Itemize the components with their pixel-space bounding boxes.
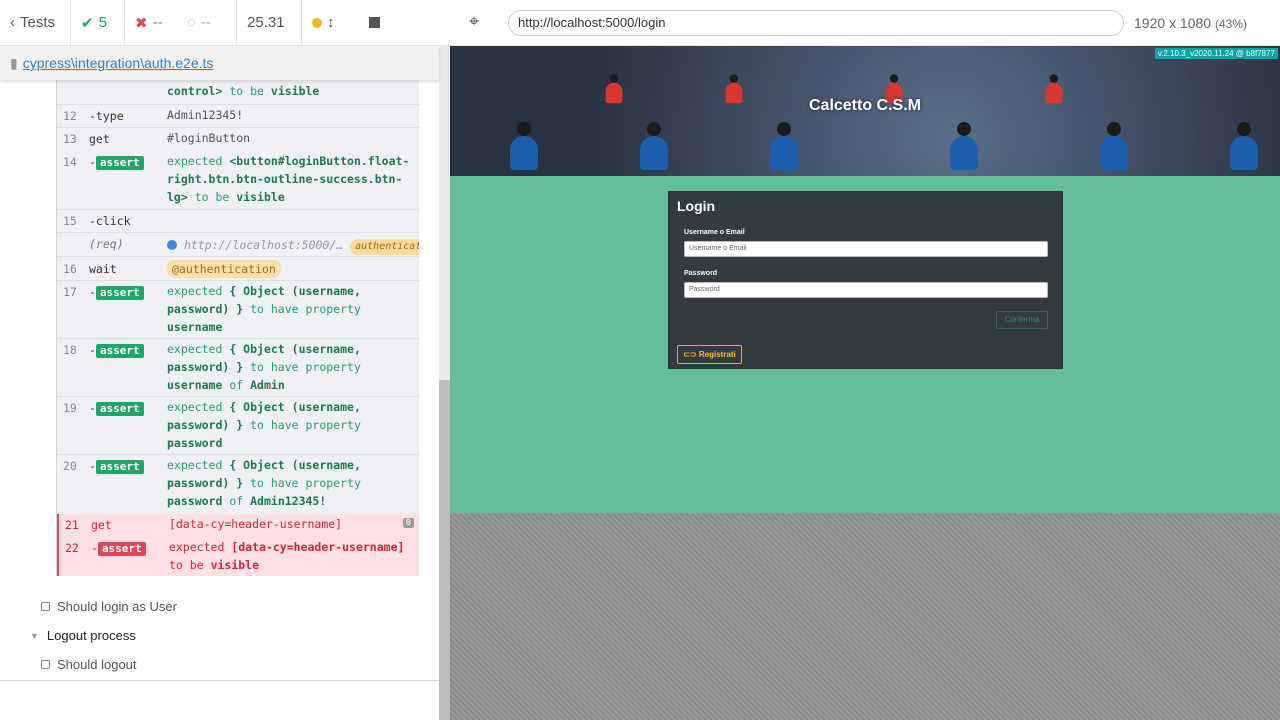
scrollbar-thumb[interactable] [439,380,450,720]
assert-badge: assert [97,542,146,556]
command-row[interactable]: 15 -click [57,209,419,233]
assert-badge: assert [95,402,144,416]
assert-badge: assert [95,286,144,300]
app-viewport: v.2.10.3_v2020.11.24 @ b8f7877 Calcetto … [450,46,1280,513]
viewport-size: 1920 x 1080 (43%) [1134,15,1247,31]
suite-item[interactable]: ▼ Logout process [30,628,136,643]
player-figure [510,122,538,170]
player-figure [950,122,978,170]
command-row[interactable]: 16 wait @authentication [57,256,419,280]
alias-pill: @authentication [167,260,281,278]
command-row[interactable]: control> to be visible [57,80,419,102]
player-figure [1230,122,1258,170]
command-row[interactable]: 18 - assert expected { Object (username, … [57,338,419,396]
status-dot-icon [312,17,322,28]
pending-circle-icon: ◌ [187,14,196,31]
hero-banner: v.2.10.3_v2020.11.24 @ b8f7877 Calcetto … [450,46,1280,176]
player-figure [770,122,798,170]
username-label: Username o Email [684,229,745,236]
register-button[interactable]: ⊂⊃ Registrati [677,345,742,364]
auto-scroll-toggle[interactable]: ↕ [302,0,349,46]
caret-down-icon: ▼ [30,630,39,641]
spec-file-link[interactable]: cypress\integration\auth.e2e.ts [23,55,214,71]
player-figure [1100,122,1128,170]
spec-file-bar: ▮ cypress\integration\auth.e2e.ts [0,46,439,80]
test-checkbox-icon [41,602,50,611]
chevron-left-icon: ‹ [10,14,15,31]
password-label: Password [684,270,718,277]
login-card: Login Username o Email Username o Email … [668,191,1063,369]
password-input[interactable]: Password [684,282,1048,298]
assert-badge: assert [95,344,144,358]
request-dot-icon [167,240,177,250]
reporter-header: ‹ Tests ✔ 5 ✖ -- ◌ -- 25.31 ↕ [0,0,450,46]
card-title: Login [677,198,716,214]
command-row[interactable]: 19 - assert expected { Object (username, … [57,396,419,454]
app-title: Calcetto C.S.M [808,97,921,114]
assert-badge: assert [95,460,144,474]
arrows-vertical-icon: ↕ [327,14,335,31]
back-to-tests-button[interactable]: ‹ Tests [0,0,71,46]
file-icon: ▮ [10,54,18,71]
command-row[interactable]: 20 - assert expected { Object (username, … [57,454,419,514]
stop-icon [368,17,380,28]
reporter-bottom-border [0,680,439,681]
username-input[interactable]: Username o Email [684,241,1048,257]
duration: 25.31 [237,0,302,46]
passed-stat: ✔ 5 [71,0,125,46]
test-item[interactable]: Should logout [41,657,137,672]
version-badge: v.2.10.3_v2020.11.24 @ b8f7877 [1154,48,1278,59]
command-row-failed[interactable]: 21 get [data-cy=header-username] 0 22 -a… [57,514,419,576]
alias-pill: authentication [350,239,419,255]
command-row[interactable]: 14 - assert expected <button#loginButton.… [57,151,419,207]
check-icon: ✔ [81,14,94,32]
request-row[interactable]: (req) http://localhost:5000/… authentica… [57,232,419,256]
test-checkbox-icon [41,660,50,669]
player-figure [640,122,668,170]
command-row[interactable]: 13 get #loginButton [57,127,419,151]
assert-badge: assert [95,156,144,170]
command-log: control> to be visible 12 -type Admin123… [56,80,419,576]
failed-stat: ✖ -- [135,14,163,32]
pending-stat: ◌ -- [177,0,237,46]
selector-playground-icon[interactable]: ⌖ [469,11,479,32]
confirm-button[interactable]: Conferma [996,311,1048,329]
command-row[interactable]: 17 - assert expected { Object (username, … [57,280,419,338]
cross-icon: ✖ [135,14,148,32]
element-count-badge: 0 [402,518,414,528]
command-row[interactable]: 12 -type Admin12345! [57,104,419,128]
url-field[interactable]: http://localhost:5000/login [508,10,1124,36]
test-item[interactable]: Should login as User [41,599,177,614]
link-icon: ⊂⊃ [683,350,697,359]
stop-button[interactable] [349,0,399,46]
